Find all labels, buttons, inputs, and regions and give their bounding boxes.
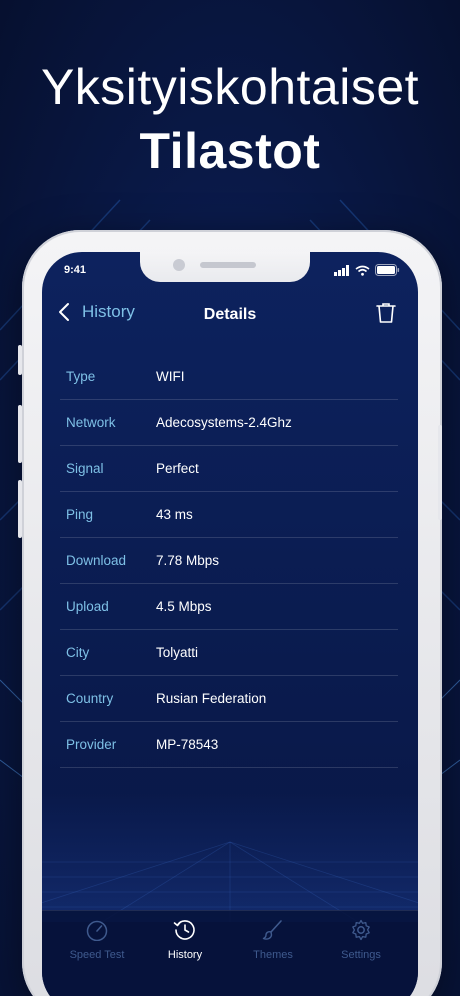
detail-label: Type xyxy=(66,369,96,384)
promo-headline-line2: Tilastot xyxy=(139,123,321,179)
brush-icon xyxy=(262,920,282,940)
status-time: 9:41 xyxy=(64,264,87,276)
status-icons xyxy=(334,264,400,276)
tab-label: Speed Test xyxy=(69,949,125,961)
detail-row-upload: Upload 4.5 Mbps xyxy=(60,584,398,630)
detail-label: Signal xyxy=(66,461,104,476)
detail-row-signal: Signal Perfect xyxy=(60,446,398,492)
navigation-bar: History Details xyxy=(42,294,418,336)
cellular-signal-icon xyxy=(334,264,349,276)
detail-value: 7.78 Mbps xyxy=(156,553,220,568)
front-camera xyxy=(173,259,185,271)
promo-headline-line1: Yksityiskohtaiset xyxy=(40,59,420,115)
detail-value: Tolyatti xyxy=(156,645,199,660)
detail-label: Ping xyxy=(66,507,94,522)
phone-screen: 9:41 History Details Type WIFI Network A… xyxy=(42,252,418,996)
detail-row-country: Country Rusian Federation xyxy=(60,676,398,722)
tab-label: Themes xyxy=(253,949,293,961)
tab-label: History xyxy=(167,949,203,961)
battery-icon xyxy=(375,264,400,276)
detail-label: Download xyxy=(66,553,127,568)
wifi-icon xyxy=(355,265,370,276)
details-list: Type WIFI Network Adecosystems-2.4Ghz Si… xyxy=(60,354,398,768)
detail-value: WIFI xyxy=(156,369,185,384)
detail-row-city: City Tolyatti xyxy=(60,630,398,676)
earpiece-speaker xyxy=(200,262,256,268)
page-title: Details xyxy=(203,306,257,323)
detail-row-type: Type WIFI xyxy=(60,354,398,400)
detail-value: Perfect xyxy=(156,461,199,476)
detail-value: MP-78543 xyxy=(156,737,219,752)
detail-value: Adecosystems-2.4Ghz xyxy=(156,415,292,430)
detail-label: Upload xyxy=(66,599,109,614)
detail-label: Network xyxy=(66,415,116,430)
decorative-grid-floor xyxy=(42,792,418,922)
detail-row-ping: Ping 43 ms xyxy=(60,492,398,538)
gear-icon xyxy=(352,919,370,941)
detail-value: 4.5 Mbps xyxy=(156,599,212,614)
tab-themes[interactable]: Themes xyxy=(226,919,320,961)
delete-button[interactable] xyxy=(376,302,396,329)
phone-notch xyxy=(140,252,310,282)
trash-icon xyxy=(376,303,396,323)
history-icon xyxy=(173,920,195,940)
phone-volume-up-button xyxy=(18,405,22,463)
detail-row-download: Download 7.78 Mbps xyxy=(60,538,398,584)
tab-label: Settings xyxy=(341,949,381,961)
detail-row-provider: Provider MP-78543 xyxy=(60,722,398,768)
phone-power-button xyxy=(438,425,442,520)
tab-history[interactable]: History xyxy=(138,919,232,961)
detail-label: Country xyxy=(66,691,114,706)
tab-settings[interactable]: Settings xyxy=(314,919,408,961)
tab-speed-test[interactable]: Speed Test xyxy=(50,919,144,961)
detail-label: Provider xyxy=(66,737,117,752)
speedometer-icon xyxy=(86,920,108,942)
phone-volume-down-button xyxy=(18,480,22,538)
phone-mute-switch xyxy=(18,345,22,375)
detail-row-network: Network Adecosystems-2.4Ghz xyxy=(60,400,398,446)
detail-value: 43 ms xyxy=(156,507,193,522)
tab-bar: Speed Test History Themes Settings xyxy=(42,910,418,996)
detail-value: Rusian Federation xyxy=(156,691,267,706)
detail-label: City xyxy=(66,645,90,660)
